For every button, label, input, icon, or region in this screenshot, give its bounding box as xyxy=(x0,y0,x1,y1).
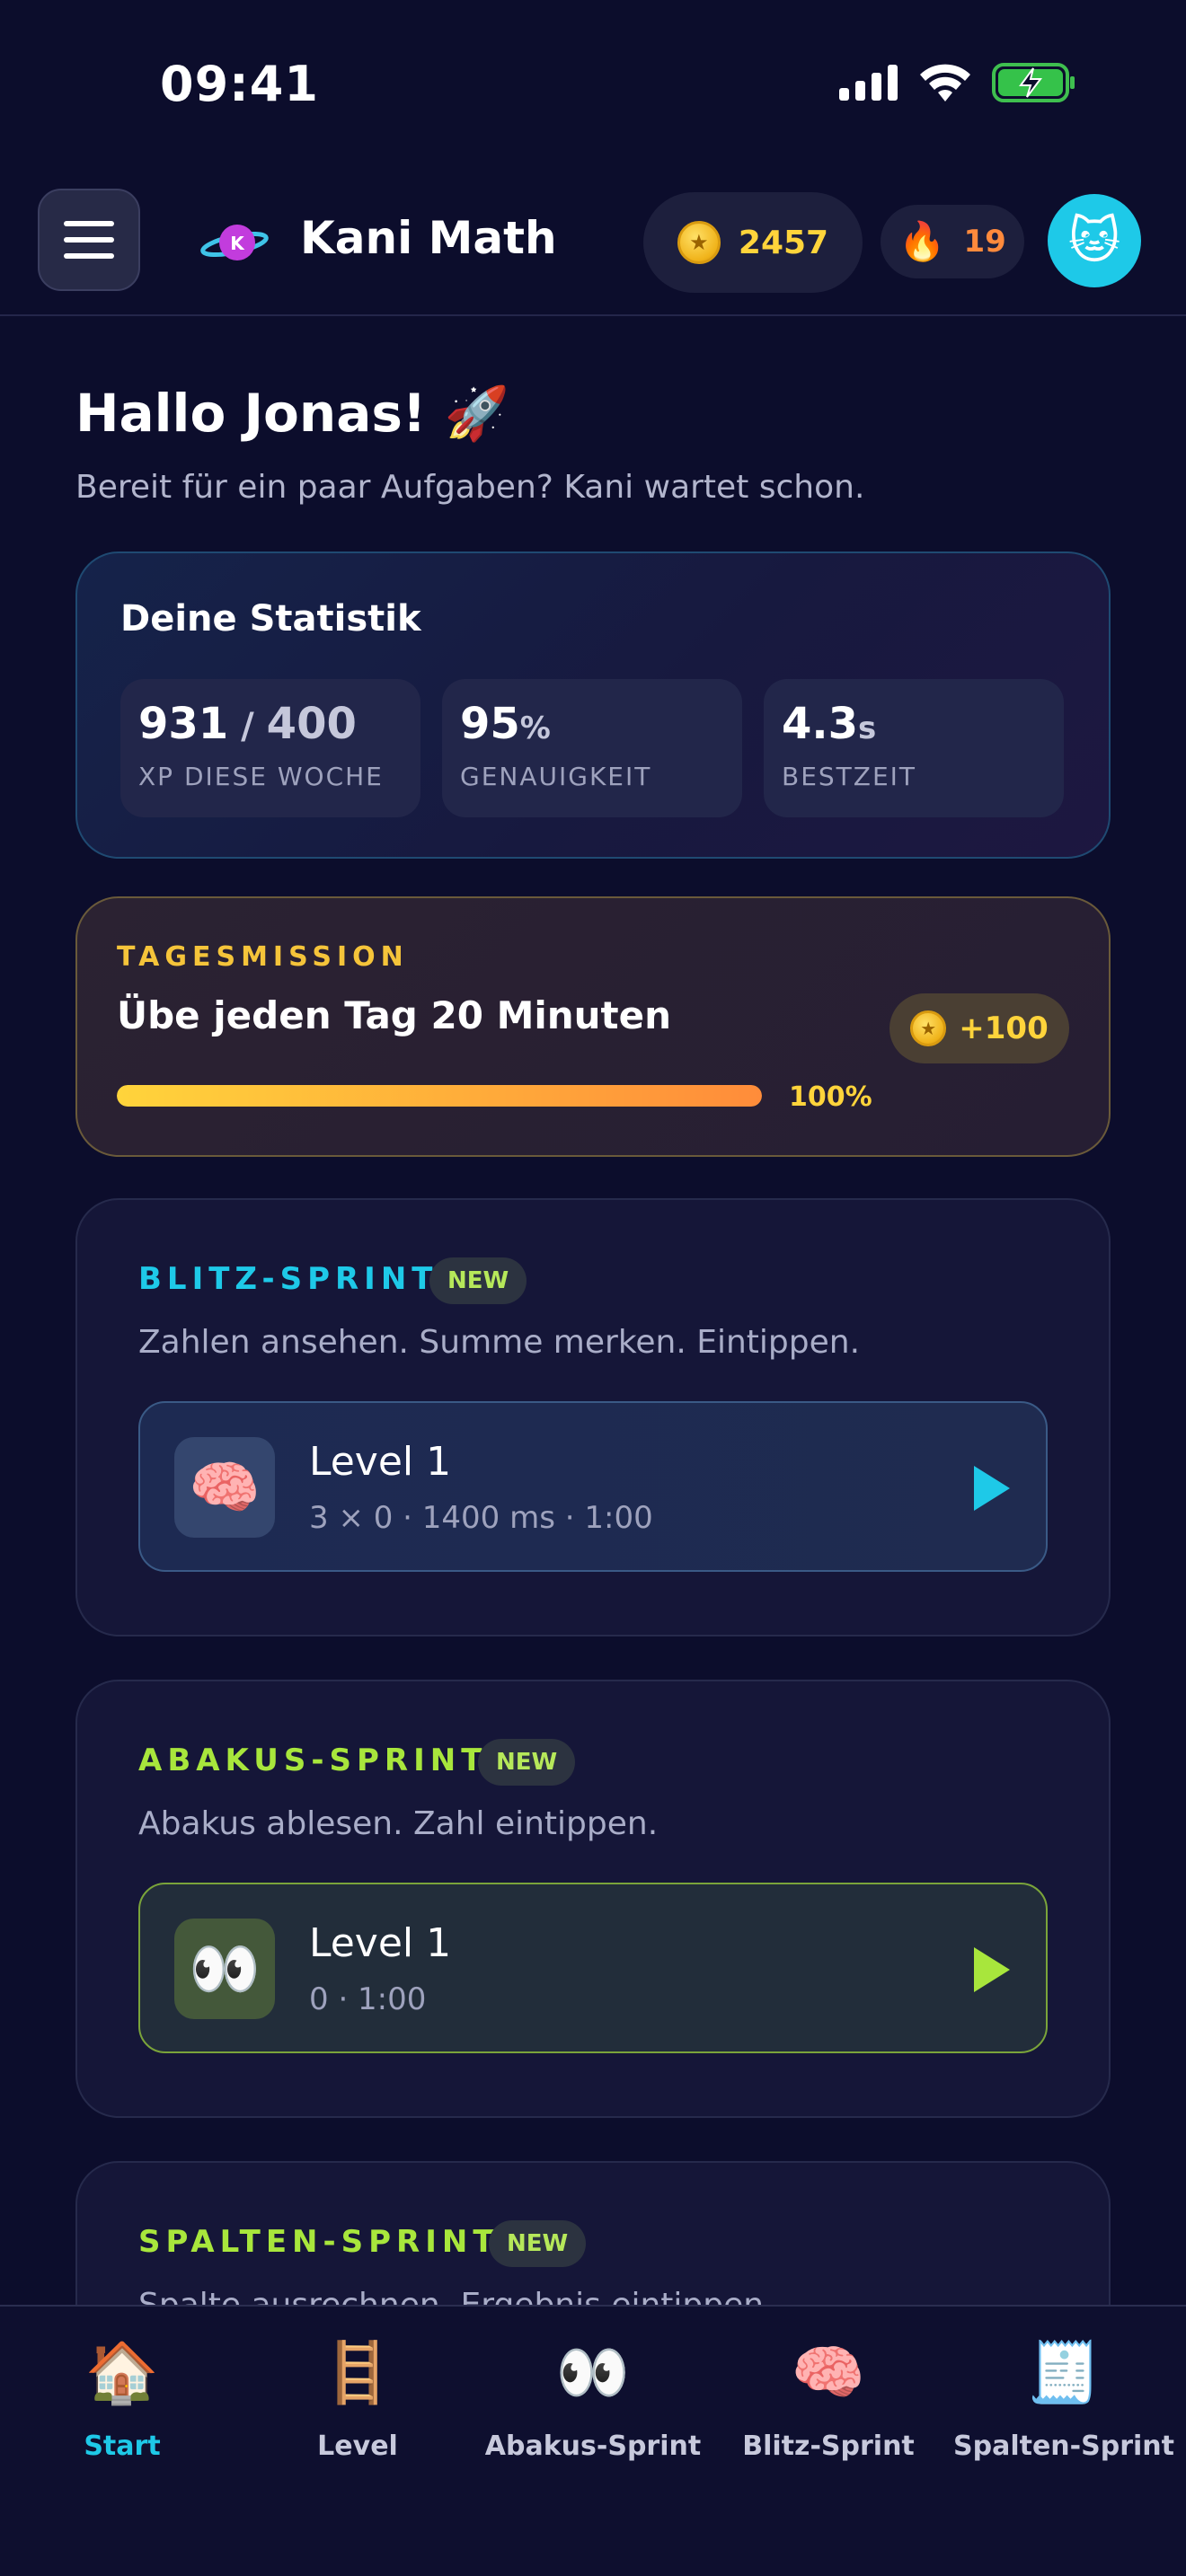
coins-value: 2457 xyxy=(738,224,829,261)
game-title: BLITZ-SPRINT xyxy=(138,1261,438,1297)
stat-best-time: 4.3s BESTZEIT xyxy=(764,679,1064,817)
xp-goal: 400 xyxy=(266,699,357,749)
menu-icon-line xyxy=(64,237,114,243)
menu-icon-line xyxy=(64,221,114,226)
accuracy-value: 95 xyxy=(460,699,520,749)
menu-icon-line xyxy=(64,253,114,259)
nav-item-blitz-sprint[interactable]: 🧠 Blitz-Sprint xyxy=(710,2335,947,2462)
stat-accuracy: 95% GENAUIGKEIT xyxy=(442,679,742,817)
stats-title: Deine Statistik xyxy=(120,598,421,640)
brain-icon: 🧠 xyxy=(791,2338,866,2407)
game-description: Zahlen ansehen. Summe merken. Eintippen. xyxy=(138,1324,861,1361)
xp-separator: / xyxy=(228,706,267,747)
brain-icon: 🧠 xyxy=(174,1437,275,1538)
signal-icon xyxy=(839,65,898,101)
coins-counter[interactable]: ★ 2457 xyxy=(643,192,863,293)
mission-progress-bar xyxy=(117,1085,762,1107)
level-start-button[interactable]: 🧠 Level 1 3 × 0 · 1400 ms · 1:00 xyxy=(138,1401,1048,1572)
nav-item-spalten-sprint[interactable]: 🧾 Spalten-Sprint xyxy=(945,2335,1182,2462)
xp-value: 931 xyxy=(138,699,229,749)
nav-label: Blitz-Sprint xyxy=(742,2430,915,2462)
accuracy-unit: % xyxy=(519,710,551,746)
receipt-icon: 🧾 xyxy=(1026,2338,1102,2407)
battery-icon xyxy=(992,63,1075,102)
header-divider xyxy=(0,314,1186,316)
best-time-value: 4.3 xyxy=(782,699,859,749)
flame-icon: 🔥 xyxy=(898,219,946,263)
nav-item-level[interactable]: 🪜 Level xyxy=(239,2335,476,2462)
best-time-unit: s xyxy=(858,710,877,746)
new-badge: NEW xyxy=(429,1257,527,1304)
greeting-subtitle: Bereit für ein paar Aufgaben? Kani warte… xyxy=(75,469,865,506)
level-meta: 3 × 0 · 1400 ms · 1:00 xyxy=(309,1500,653,1536)
nav-label: Abakus-Sprint xyxy=(484,2430,702,2462)
coin-icon: ★ xyxy=(910,1010,947,1046)
nav-label: Level xyxy=(317,2430,398,2462)
level-meta: 0 · 1:00 xyxy=(309,1981,427,2017)
mission-progress-fill xyxy=(117,1085,762,1107)
play-icon xyxy=(974,1466,1010,1511)
mission-progress-label: 100% xyxy=(789,1081,872,1113)
avatar[interactable]: 🐱 xyxy=(1048,194,1141,287)
coin-icon: ★ xyxy=(677,221,721,264)
app-logo-icon: K xyxy=(200,225,269,260)
xp-label: XP DIESE WOCHE xyxy=(138,762,384,791)
game-title: SPALTEN-SPRINT xyxy=(138,2224,500,2260)
greeting-title: Hallo Jonas! 🚀 xyxy=(75,383,509,444)
house-icon: 🏠 xyxy=(84,2338,160,2407)
mission-title: Übe jeden Tag 20 Minuten xyxy=(117,993,672,1037)
app-title: Kani Math xyxy=(300,212,557,264)
mission-eyebrow: TAGESMISSION xyxy=(117,941,409,973)
best-time-label: BESTZEIT xyxy=(782,762,917,791)
status-time: 09:41 xyxy=(160,56,319,112)
game-title: ABAKUS-SPRINT xyxy=(138,1742,488,1778)
wifi-icon xyxy=(920,64,970,101)
nav-item-abakus-sprint[interactable]: 👀 Abakus-Sprint xyxy=(474,2335,712,2462)
streak-counter[interactable]: 🔥 19 xyxy=(881,205,1024,278)
cat-avatar-icon: 🐱 xyxy=(1067,211,1121,270)
play-icon xyxy=(974,1947,1010,1992)
nav-label: Start xyxy=(84,2430,161,2462)
logo-letter: K xyxy=(230,233,245,254)
menu-button[interactable] xyxy=(38,189,140,291)
nav-item-start[interactable]: 🏠 Start xyxy=(4,2335,241,2462)
new-badge: NEW xyxy=(489,2220,587,2267)
reward-value: +100 xyxy=(959,1010,1049,1046)
level-name: Level 1 xyxy=(309,1439,452,1485)
status-icons xyxy=(839,63,1076,102)
stat-xp: 931 / 400 XP DIESE WOCHE xyxy=(120,679,420,817)
accuracy-label: GENAUIGKEIT xyxy=(460,762,652,791)
level-start-button[interactable]: 👀 Level 1 0 · 1:00 xyxy=(138,1883,1048,2053)
new-badge: NEW xyxy=(478,1739,576,1786)
ladder-icon: 🪜 xyxy=(320,2338,395,2407)
mission-reward: ★ +100 xyxy=(890,993,1069,1063)
eyes-icon: 👀 xyxy=(555,2338,631,2407)
game-description: Abakus ablesen. Zahl eintippen. xyxy=(138,1805,659,1842)
eyes-icon: 👀 xyxy=(174,1919,275,2019)
streak-value: 19 xyxy=(963,224,1006,260)
level-name: Level 1 xyxy=(309,1920,452,1966)
nav-label: Spalten-Sprint xyxy=(953,2430,1174,2462)
